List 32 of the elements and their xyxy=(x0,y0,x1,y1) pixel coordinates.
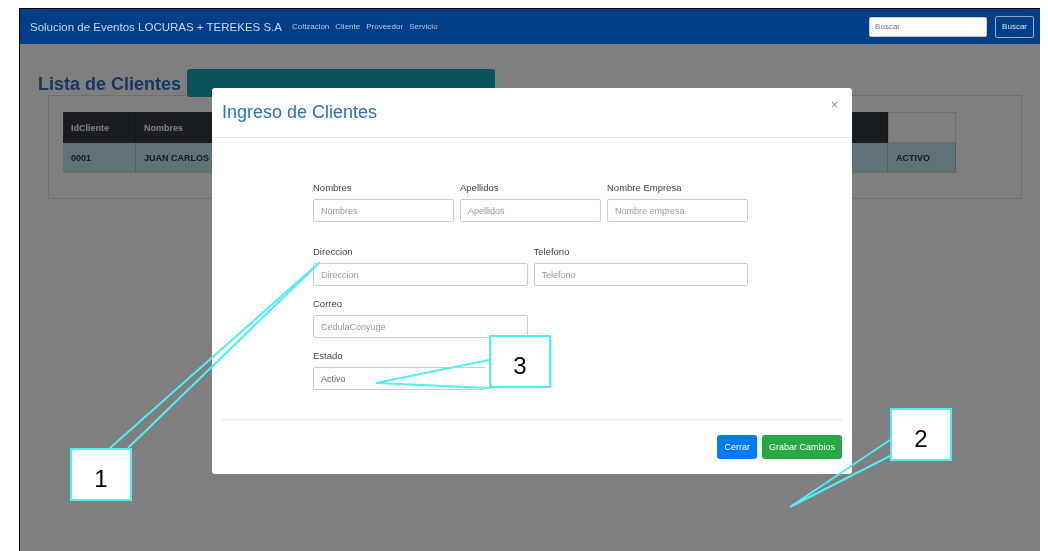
input-field[interactable]: Direccion xyxy=(313,263,528,286)
field-label: Apellidos xyxy=(460,182,500,193)
close-button[interactable]: × xyxy=(827,98,842,112)
page-title: Lista de Clientes xyxy=(38,74,182,95)
nav-link[interactable]: Proveedor xyxy=(366,22,404,31)
callout-box: 1 xyxy=(70,448,132,501)
search-button[interactable]: Buscar xyxy=(995,15,1034,38)
column-header: IdCliente xyxy=(63,112,136,143)
modal-title: Ingreso de Clientes xyxy=(222,102,378,123)
header-cell xyxy=(888,112,956,143)
input-field[interactable]: Nombres xyxy=(313,199,454,222)
callout-box: 2 xyxy=(890,408,952,461)
search-field[interactable]: Buscar xyxy=(869,16,988,37)
callout-box: 3 xyxy=(489,335,551,388)
input-field[interactable]: Apellidos xyxy=(460,199,601,222)
field-label: Telefono xyxy=(533,246,571,257)
field-label: Direccion xyxy=(313,246,354,257)
brand-link[interactable]: Solucion de Eventos LOCURAS + TEREKES S.A xyxy=(30,20,282,33)
select-field[interactable]: Activo xyxy=(313,367,485,390)
field-label: Nombre Empresa xyxy=(607,182,683,193)
nav-link[interactable]: Cotizacion xyxy=(291,22,330,31)
input-field[interactable]: Telefono xyxy=(533,263,748,286)
input-field[interactable]: Nombre empresa xyxy=(607,199,748,222)
dialog-button[interactable]: Cerrar xyxy=(717,435,757,459)
nav-link[interactable]: Cliente xyxy=(335,22,361,31)
nav-link[interactable]: Servicio xyxy=(409,22,438,31)
table-cell: 0001 xyxy=(63,143,136,173)
field-label: Estado xyxy=(313,350,344,361)
field-label: Nombres xyxy=(313,182,353,193)
field-label: Correo xyxy=(313,298,344,309)
table-cell: ACTIVO xyxy=(888,143,956,173)
input-field[interactable]: CedulaConyuge xyxy=(313,315,528,338)
